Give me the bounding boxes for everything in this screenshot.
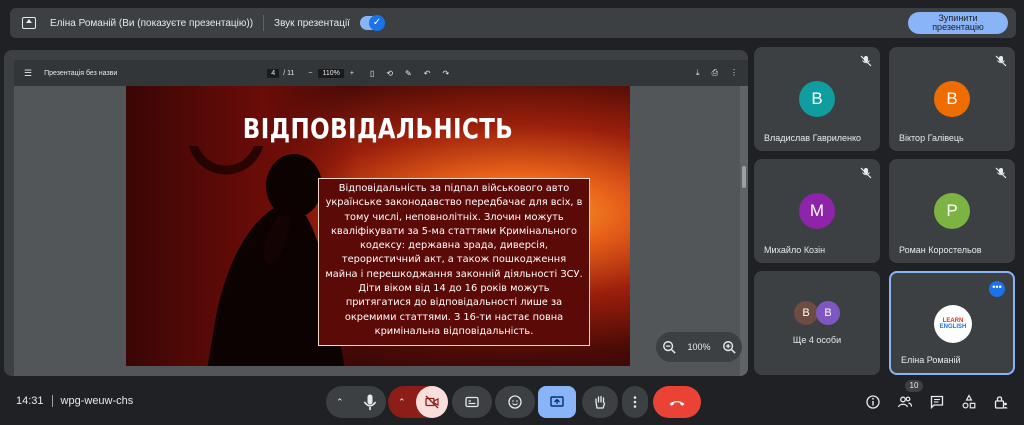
pdf-zoom: − 110% +: [308, 68, 354, 78]
slide-text-box: Відповідальність за підпал військового а…: [318, 178, 590, 346]
participant-name: Владислав Гавриленко: [764, 133, 862, 143]
zoom-out-icon[interactable]: −: [308, 70, 312, 77]
pdf-viewport: ВІДПОВІДАЛЬНІСТЬ Відповідальність за під…: [14, 86, 748, 376]
pdf-scrollbar[interactable]: [740, 86, 748, 376]
participant-name: Еліна Романій: [901, 355, 961, 365]
avatar: Р: [934, 193, 970, 229]
more-vert-icon: [633, 396, 637, 408]
avatar: LEARN ENGLISH: [934, 305, 972, 343]
check-icon: ✓: [368, 15, 385, 31]
activities-icon: [962, 394, 976, 409]
meeting-details-button[interactable]: [864, 393, 882, 411]
chat-icon: [930, 395, 944, 410]
emoji-icon: [508, 395, 522, 409]
divider: [263, 15, 265, 31]
captions-button[interactable]: [452, 386, 492, 418]
leave-call-button[interactable]: [653, 386, 701, 418]
rotate-icon[interactable]: ⟲: [386, 69, 393, 78]
slide-title: ВІДПОВІДАЛЬНІСТЬ: [242, 112, 514, 145]
participant-tile[interactable]: В Віктор Галівець: [889, 47, 1015, 151]
reactions-button[interactable]: [495, 386, 535, 418]
pdf-file-name: Презентація без назви: [44, 69, 118, 77]
avatar: В: [794, 301, 818, 325]
presenting-banner: Еліна Романій (Ви (показуєте презентацію…: [10, 8, 1016, 38]
stage-zoom-level: 100%: [687, 342, 711, 352]
mic-off-icon: [860, 167, 872, 179]
meeting-info: 14:31 wpg-weuw-chs: [16, 395, 133, 407]
menu-icon[interactable]: ☰: [24, 68, 32, 79]
avatar: В: [799, 81, 835, 117]
mic-off-icon: [995, 167, 1007, 179]
zoom-level-input[interactable]: 110%: [318, 68, 344, 78]
lock-person-icon: [994, 396, 1008, 409]
participant-name: Роман Коростельов: [899, 245, 982, 255]
stage-zoom-control: 100%: [656, 332, 742, 362]
current-page-input[interactable]: 4: [267, 68, 280, 78]
annotate-icon[interactable]: ✎: [405, 69, 412, 78]
logo-text: ENGLISH: [939, 324, 967, 330]
participant-name: Віктор Галівець: [899, 133, 964, 143]
people-button[interactable]: [896, 393, 914, 411]
divider: [51, 395, 53, 407]
more-options-button[interactable]: •••: [989, 281, 1005, 297]
mic-icon[interactable]: [360, 392, 380, 412]
mic-off-icon: [995, 55, 1007, 67]
slide: ВІДПОВІДАЛЬНІСТЬ Відповідальність за під…: [126, 86, 630, 366]
chevron-up-icon[interactable]: ⌃: [336, 397, 344, 408]
clock: 14:31: [16, 395, 44, 407]
presentation-stage: ☰ Презентація без назви 4 / 11 − 110% + …: [4, 50, 748, 376]
zoom-in-icon[interactable]: +: [350, 70, 354, 77]
redo-icon[interactable]: ↷: [442, 69, 449, 78]
captions-icon: [465, 396, 479, 408]
zoom-out-icon[interactable]: [662, 340, 676, 354]
host-controls-button[interactable]: [992, 393, 1010, 411]
camera-off-icon: [425, 395, 439, 409]
participant-tile[interactable]: В Владислав Гавриленко: [754, 47, 880, 151]
undo-icon[interactable]: ↶: [424, 69, 431, 78]
presentation-sound-toggle[interactable]: ✓: [359, 15, 385, 31]
presentation-sound-label: Звук презентації: [274, 17, 350, 29]
avatar: В: [934, 81, 970, 117]
people-icon: [897, 396, 913, 408]
chat-button[interactable]: [928, 393, 946, 411]
print-icon[interactable]: ⎙: [712, 68, 718, 78]
avatar: В: [816, 301, 840, 325]
self-tile[interactable]: ••• LEARN ENGLISH Еліна Романій: [889, 271, 1015, 375]
camera-control-group: ⌃: [388, 386, 448, 418]
camera-off-button[interactable]: [416, 386, 448, 418]
hang-up-icon: [669, 401, 685, 406]
present-screen-icon: [550, 396, 564, 407]
activities-button[interactable]: [960, 393, 978, 411]
more-participants-label: Ще 4 особи: [792, 335, 842, 345]
stop-presenting-button[interactable]: Зупинити презентацію: [908, 12, 1008, 34]
more-vert-icon[interactable]: ⋮: [730, 68, 738, 78]
raise-hand-button[interactable]: [582, 386, 618, 418]
presenting-status-text: Еліна Романій (Ви (показуєте презентацію…: [50, 17, 254, 29]
participant-tile[interactable]: М Михайло Козін: [754, 159, 880, 263]
avatar: М: [799, 193, 835, 229]
scrollbar-thumb[interactable]: [742, 166, 746, 188]
page-indicator: 4 / 11: [267, 68, 295, 78]
chevron-up-icon[interactable]: ⌃: [398, 397, 406, 408]
raise-hand-icon: [595, 395, 606, 409]
participant-tile[interactable]: Р Роман Коростельов: [889, 159, 1015, 263]
participant-count-badge: 10: [905, 380, 923, 392]
pdf-actions: ⤓ ⎙ ⋮: [696, 68, 738, 78]
present-screen-icon: [22, 17, 36, 29]
fit-page-icon[interactable]: ▯: [370, 69, 374, 78]
pdf-toolbar: ☰ Презентація без назви 4 / 11 − 110% + …: [14, 60, 748, 86]
total-pages: / 11: [283, 69, 295, 77]
mic-off-icon: [860, 55, 872, 67]
mic-control-group: ⌃: [326, 386, 386, 418]
meeting-code: wpg-weuw-chs: [60, 395, 134, 407]
call-controls-bar: 14:31 wpg-weuw-chs ⌃ ⌃ 10: [0, 380, 1024, 425]
zoom-in-icon[interactable]: [722, 340, 736, 354]
download-icon[interactable]: ⤓: [696, 68, 700, 78]
present-screen-button[interactable]: [538, 386, 576, 418]
more-options-button[interactable]: [622, 386, 648, 418]
info-icon: [866, 395, 880, 409]
participant-name: Михайло Козін: [764, 245, 826, 255]
pdf-tools: ▯ ⟲ ✎ ↶ ↷: [370, 69, 449, 78]
more-participants-tile[interactable]: В В Ще 4 особи: [754, 271, 880, 375]
